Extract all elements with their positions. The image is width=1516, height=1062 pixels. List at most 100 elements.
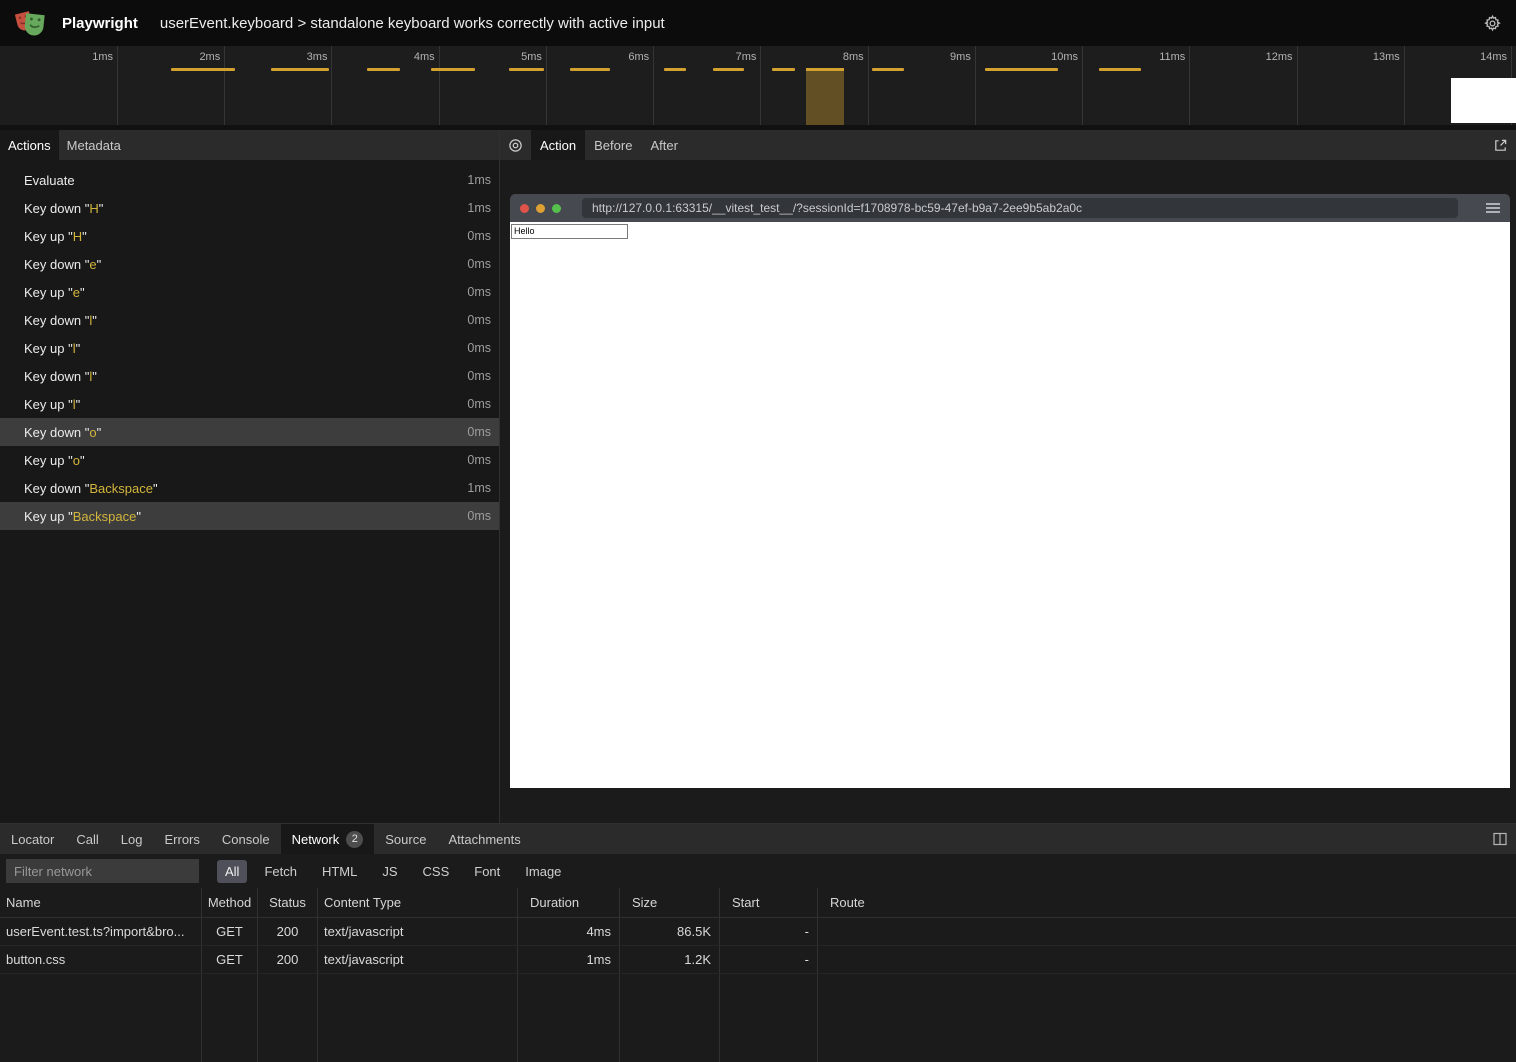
action-prefix: Key down <box>24 257 81 272</box>
tab-before[interactable]: Before <box>585 130 641 160</box>
filter-chip-font[interactable]: Font <box>466 860 508 883</box>
timeline-tick-label: 10ms <box>1002 51 1078 63</box>
timeline-tick-label: 4ms <box>359 51 435 63</box>
settings-gear-icon[interactable] <box>1483 14 1502 33</box>
action-list-item[interactable]: Evaluate1ms <box>0 166 499 194</box>
action-list-item[interactable]: Key down "o"0ms <box>0 418 499 446</box>
timeline-action-mark[interactable] <box>171 68 235 71</box>
action-list-item[interactable]: Key down "H"1ms <box>0 194 499 222</box>
action-list-item[interactable]: Key down "e"0ms <box>0 250 499 278</box>
action-duration: 0ms <box>467 313 491 327</box>
timeline-tick-label: 14ms <box>1431 51 1507 63</box>
actions-panel: Actions Metadata Evaluate1msKey down "H"1… <box>0 130 500 823</box>
timeline-gridline <box>760 46 761 125</box>
filter-chip-fetch[interactable]: Fetch <box>256 860 305 883</box>
action-title: Key up "H" <box>24 229 467 244</box>
column-header-size[interactable]: Size <box>620 888 720 917</box>
column-header-content-type[interactable]: Content Type <box>318 888 518 917</box>
action-key-value: H <box>73 229 82 244</box>
timeline-tick-label: 11ms <box>1109 51 1185 63</box>
tab-network[interactable]: Network2 <box>281 824 375 854</box>
timeline-action-mark[interactable] <box>713 68 744 71</box>
timeline-action-mark[interactable] <box>570 68 610 71</box>
cell-method: GET <box>202 918 258 945</box>
page-text-input[interactable]: Hello <box>511 224 628 239</box>
tab-actions[interactable]: Actions <box>0 130 59 160</box>
tab-label: Network <box>292 832 340 847</box>
tab-label: Action <box>540 138 576 153</box>
cell-start: - <box>720 918 818 945</box>
filter-chip-html[interactable]: HTML <box>314 860 365 883</box>
details-panel-tabbar: LocatorCallLogErrorsConsoleNetwork2Sourc… <box>0 824 1516 854</box>
action-list-item[interactable]: Key up "l"0ms <box>0 334 499 362</box>
quote-mark: " <box>97 425 102 440</box>
cell-duration: 4ms <box>518 918 620 945</box>
timeline-action-mark[interactable] <box>664 68 686 71</box>
app-title: Playwright <box>62 15 138 32</box>
network-request-row[interactable]: userEvent.test.ts?import&bro...GET200tex… <box>0 918 1516 946</box>
tab-errors[interactable]: Errors <box>153 824 210 854</box>
tab-action[interactable]: Action <box>531 130 585 160</box>
timeline-selected-action-bar[interactable] <box>806 68 844 125</box>
timeline-action-mark[interactable] <box>872 68 904 71</box>
timeline-action-mark[interactable] <box>367 68 400 71</box>
column-header-method[interactable]: Method <box>202 888 258 917</box>
action-list-item[interactable]: Key down "l"0ms <box>0 362 499 390</box>
timeline-screenshot-thumbnail[interactable] <box>1451 78 1516 123</box>
network-filter-input[interactable] <box>6 859 199 883</box>
column-header-status[interactable]: Status <box>258 888 318 917</box>
action-list-item[interactable]: Key up "o"0ms <box>0 446 499 474</box>
action-list-item[interactable]: Key down "l"0ms <box>0 306 499 334</box>
tab-console[interactable]: Console <box>211 824 281 854</box>
filter-chip-image[interactable]: Image <box>517 860 569 883</box>
filter-chip-js[interactable]: JS <box>374 860 405 883</box>
column-header-route[interactable]: Route <box>818 888 1516 917</box>
tab-metadata[interactable]: Metadata <box>59 130 129 160</box>
action-title: Key up "e" <box>24 285 467 300</box>
action-list-item[interactable]: Key up "Backspace"0ms <box>0 502 499 530</box>
tab-call[interactable]: Call <box>65 824 109 854</box>
tab-locator[interactable]: Locator <box>0 824 65 854</box>
tab-log[interactable]: Log <box>110 824 154 854</box>
browser-address-bar: http://127.0.0.1:63315/__vitest_test__/?… <box>582 198 1458 218</box>
action-prefix: Evaluate <box>24 173 75 188</box>
column-header-duration[interactable]: Duration <box>518 888 620 917</box>
tab-after[interactable]: After <box>641 130 686 160</box>
action-prefix: Key up <box>24 453 64 468</box>
action-list-item[interactable]: Key up "H"0ms <box>0 222 499 250</box>
tab-source[interactable]: Source <box>374 824 437 854</box>
timeline-gridline <box>331 46 332 125</box>
action-list-item[interactable]: Key up "e"0ms <box>0 278 499 306</box>
action-prefix: Key up <box>24 397 64 412</box>
timeline-tick-label: 7ms <box>680 51 756 63</box>
cell-name: userEvent.test.ts?import&bro... <box>0 918 202 945</box>
timeline-action-mark[interactable] <box>509 68 544 71</box>
split-view-icon[interactable] <box>1484 824 1516 854</box>
timeline[interactable]: 1ms2ms3ms4ms5ms6ms7ms8ms9ms10ms11ms12ms1… <box>0 46 1516 130</box>
timeline-action-mark[interactable] <box>271 68 329 71</box>
timeline-action-mark[interactable] <box>431 68 475 71</box>
pick-locator-icon[interactable] <box>500 130 531 160</box>
cell-status: 200 <box>258 918 318 945</box>
action-key-value: o <box>73 453 80 468</box>
action-list-item[interactable]: Key down "Backspace"1ms <box>0 474 499 502</box>
network-request-row[interactable]: button.cssGET200text/javascript1ms1.2K- <box>0 946 1516 974</box>
timeline-action-mark[interactable] <box>985 68 1058 71</box>
tab-label: Actions <box>8 138 51 153</box>
open-external-icon[interactable] <box>1485 130 1516 160</box>
action-list-item[interactable]: Key up "l"0ms <box>0 390 499 418</box>
filter-chip-css[interactable]: CSS <box>415 860 458 883</box>
timeline-action-mark[interactable] <box>772 68 795 71</box>
browser-chrome: http://127.0.0.1:63315/__vitest_test__/?… <box>510 194 1510 222</box>
cell-status: 200 <box>258 946 318 973</box>
details-panel: LocatorCallLogErrorsConsoleNetwork2Sourc… <box>0 823 1516 1062</box>
timeline-gridline <box>868 46 869 125</box>
action-key-value: e <box>73 285 80 300</box>
filter-chip-all[interactable]: All <box>217 860 247 883</box>
column-header-name[interactable]: Name <box>0 888 202 917</box>
column-header-start[interactable]: Start <box>720 888 818 917</box>
timeline-action-mark[interactable] <box>1099 68 1141 71</box>
cell-size: 1.2K <box>620 946 720 973</box>
action-prefix: Key down <box>24 369 81 384</box>
tab-attachments[interactable]: Attachments <box>437 824 531 854</box>
